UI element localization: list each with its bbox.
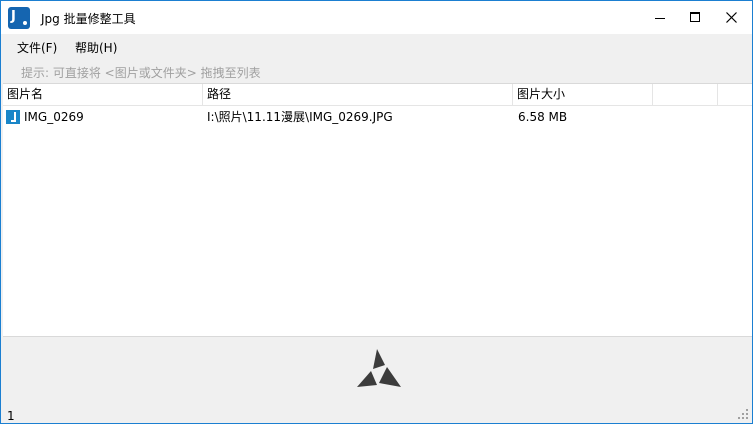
window-title: Jpg 批量修整工具	[41, 12, 136, 26]
status-count: 1	[7, 409, 15, 423]
list-header: 图片名 路径 图片大小	[3, 84, 752, 106]
column-header-name[interactable]: 图片名	[3, 84, 203, 106]
row-path: I:\照片\11.11漫展\IMG_0269.JPG	[207, 110, 393, 124]
menu-help[interactable]: 帮助(H)	[75, 39, 117, 56]
row-size: 6.58 MB	[518, 110, 568, 124]
app-window: J Jpg 批量修整工具 文件(F) 帮助(H) 提示: 可直接将 <图片或文件…	[0, 0, 753, 424]
column-header-extra[interactable]	[653, 84, 718, 106]
menu-file[interactable]: 文件(F)	[17, 39, 57, 56]
close-button[interactable]	[713, 1, 749, 33]
column-header-size[interactable]: 图片大小	[513, 84, 653, 106]
menu-bar: 文件(F) 帮助(H)	[1, 34, 752, 59]
file-list[interactable]: 图片名 路径 图片大小 IMG_0269 I:\照片\11.11漫展\IMG_0…	[3, 83, 752, 336]
resize-grip-icon[interactable]	[738, 409, 748, 419]
table-row[interactable]: IMG_0269 I:\照片\11.11漫展\IMG_0269.JPG 6.58…	[3, 106, 752, 128]
row-name: IMG_0269	[24, 110, 84, 124]
minimize-icon	[655, 17, 665, 19]
image-file-icon	[6, 110, 20, 124]
brand-logo-icon	[357, 349, 401, 387]
maximize-button[interactable]	[677, 1, 713, 33]
column-header-path[interactable]: 路径	[203, 84, 513, 106]
app-icon: J	[8, 7, 30, 29]
close-icon	[725, 11, 737, 23]
drop-hint: 提示: 可直接将 <图片或文件夹> 拖拽至列表	[21, 66, 261, 80]
title-bar[interactable]: J Jpg 批量修整工具	[1, 1, 752, 34]
minimize-button[interactable]	[642, 1, 678, 33]
logo-panel	[3, 336, 752, 406]
maximize-icon	[690, 12, 700, 22]
